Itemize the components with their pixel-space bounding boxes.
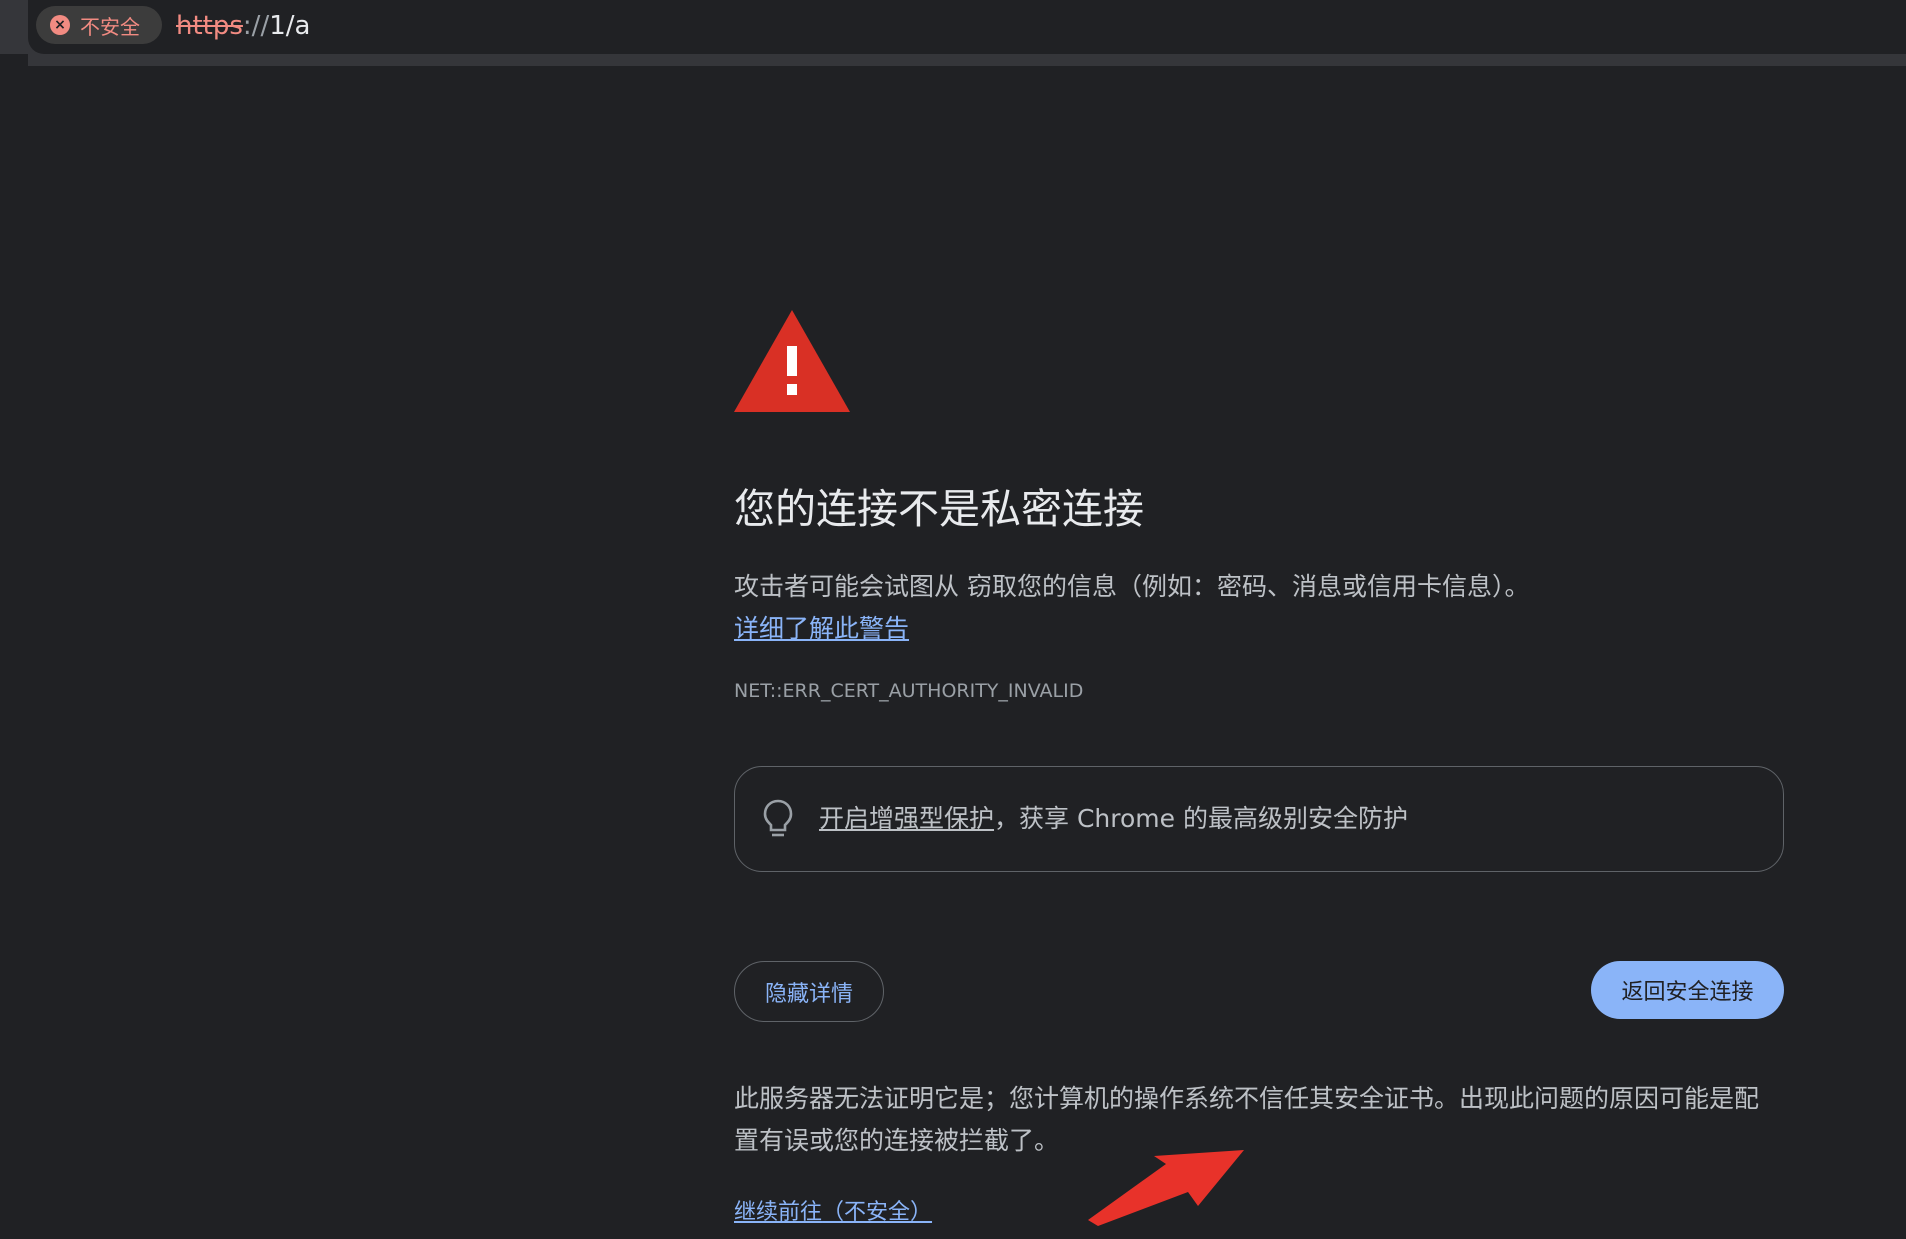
warning-description: 攻击者可能会试图从 窃取您的信息（例如：密码、消息或信用卡信息）。 详细了解此警… <box>734 566 1784 650</box>
toolbar-divider <box>28 54 1906 66</box>
details-text: 此服务器无法证明它是；您计算机的操作系统不信任其安全证书。出现此问题的原因可能是… <box>734 1078 1784 1162</box>
x-circle-icon: × <box>50 15 70 35</box>
url-path: /a <box>285 11 311 41</box>
enhanced-protection-box: 开启增强型保护，获享 Chrome 的最高级别安全防护 <box>734 766 1784 872</box>
warning-triangle-icon <box>734 310 850 412</box>
learn-more-link[interactable]: 详细了解此警告 <box>734 614 909 643</box>
enhanced-protection-link[interactable]: 开启增强型保护 <box>819 804 994 833</box>
annotation-arrow-icon <box>1088 1150 1244 1226</box>
page-title: 您的连接不是私密连接 <box>734 485 1144 533</box>
back-to-safety-button[interactable]: 返回安全连接 <box>1591 961 1784 1019</box>
url-separator: :// <box>242 11 270 41</box>
url-host: 1 <box>269 11 286 41</box>
not-secure-chip[interactable]: × 不安全 <box>36 6 162 44</box>
interstitial-page: 您的连接不是私密连接 攻击者可能会试图从 窃取您的信息（例如：密码、消息或信用卡… <box>734 310 1784 1239</box>
proceed-link-before: 继续前往 <box>734 1200 823 1225</box>
proceed-link-after: （不安全） <box>822 1200 933 1225</box>
proceed-unsafe-link[interactable]: 继续前往（不安全） <box>734 1198 932 1228</box>
hide-details-button[interactable]: 隐藏详情 <box>734 961 884 1022</box>
not-secure-label: 不安全 <box>80 14 140 39</box>
url-scheme: https <box>176 11 243 41</box>
description-text-after: 窃取您的信息（例如：密码、消息或信用卡信息）。 <box>966 572 1530 601</box>
enhanced-protection-text: 开启增强型保护，获享 Chrome 的最高级别安全防护 <box>819 802 1408 836</box>
enhanced-protection-suffix: ，获享 Chrome 的最高级别安全防护 <box>994 804 1408 833</box>
error-code: NET::ERR_CERT_AUTHORITY_INVALID <box>734 680 1084 702</box>
lightbulb-icon <box>763 799 793 837</box>
description-text-before: 攻击者可能会试图从 <box>734 572 967 601</box>
url-text[interactable]: https://1/a <box>176 9 310 43</box>
details-text-before: 此服务器无法证明它是 <box>734 1084 985 1113</box>
